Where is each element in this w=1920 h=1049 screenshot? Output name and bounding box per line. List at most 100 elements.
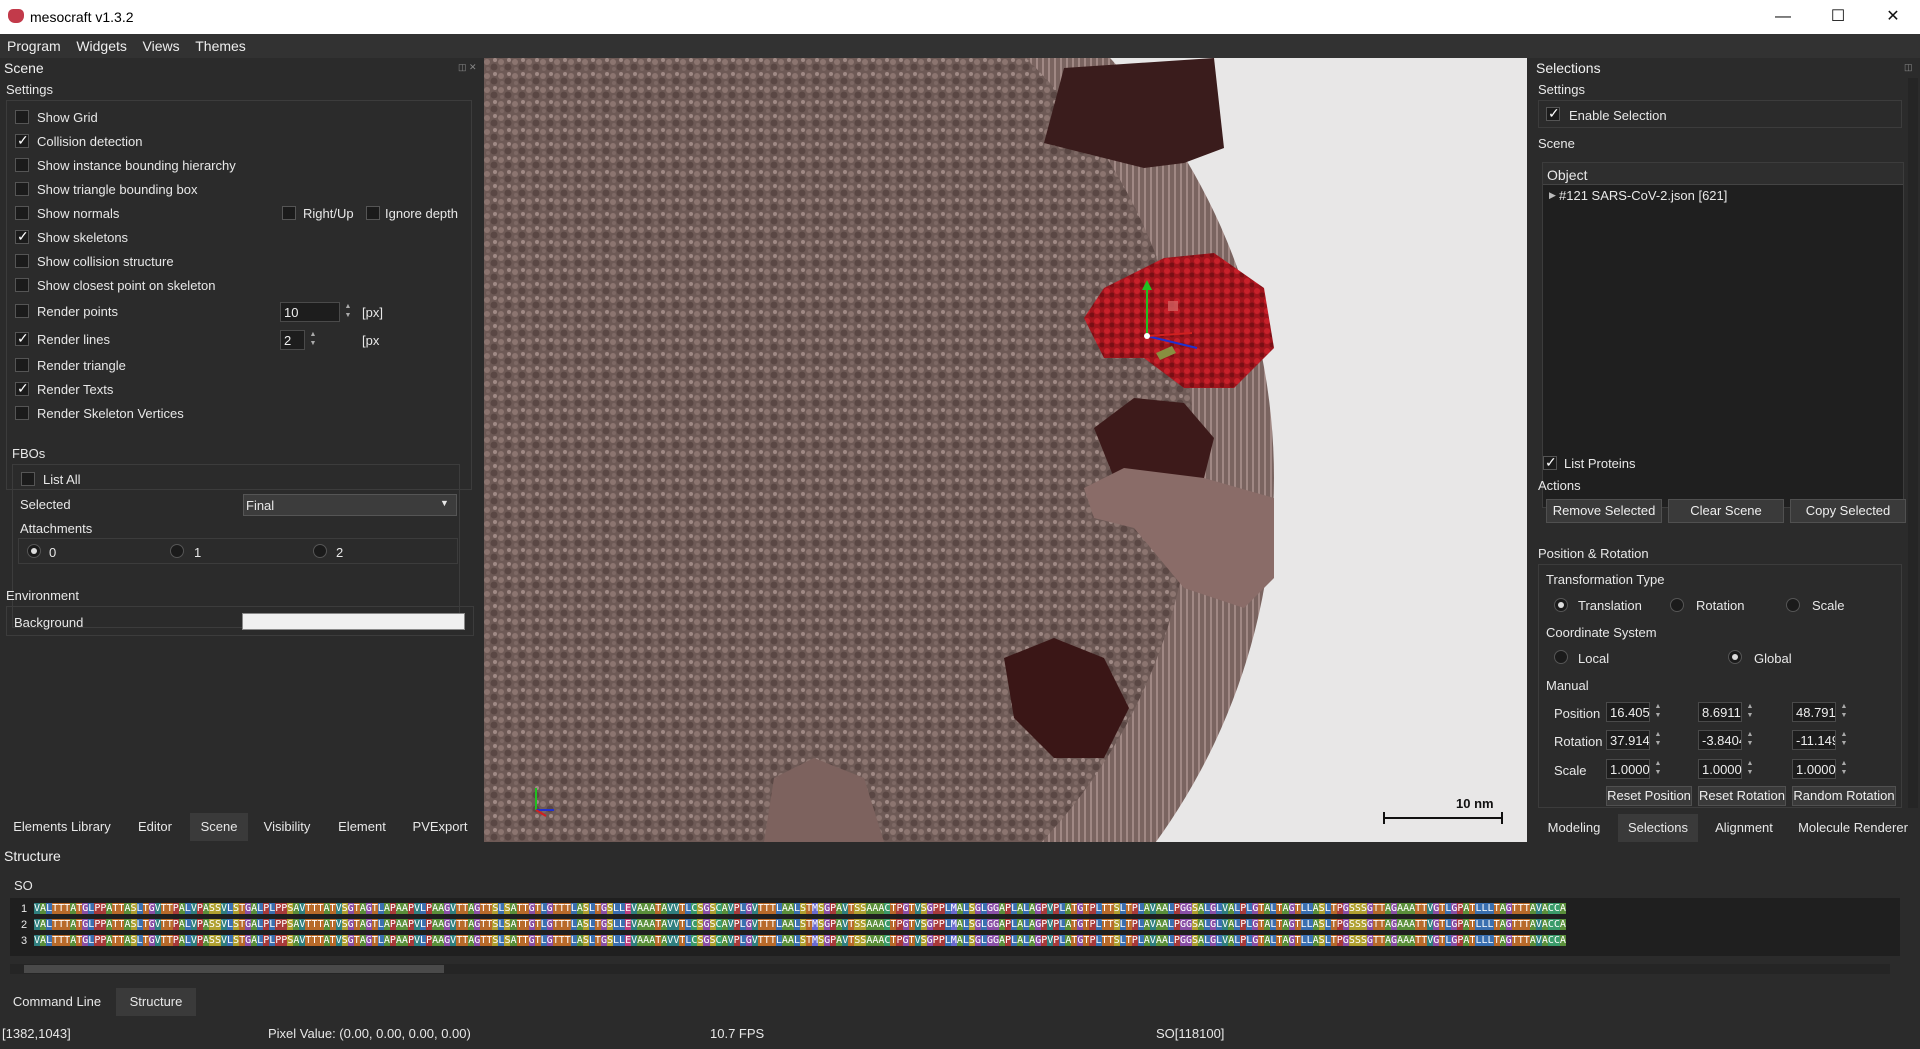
render-lines-unit: [px [362, 333, 380, 348]
tab-command-line[interactable]: Command Line [4, 988, 110, 1016]
tab-structure[interactable]: Structure [116, 988, 196, 1016]
collision-detection-checkbox[interactable] [15, 132, 29, 149]
scale-z-stepper[interactable]: ▲ ▼ [1838, 759, 1850, 779]
tab-pvexport[interactable]: PVExport [404, 813, 476, 841]
scale-radio[interactable] [1786, 598, 1800, 612]
scale-x-input[interactable]: 1.0000 [1606, 759, 1650, 779]
selections-scrollbar[interactable] [1908, 78, 1918, 808]
translation-radio[interactable] [1554, 598, 1568, 612]
global-radio[interactable] [1728, 650, 1742, 664]
global-label: Global [1754, 651, 1792, 666]
collision-structure-checkbox[interactable] [15, 254, 29, 268]
render-lines-stepper[interactable]: ▲ ▼ [307, 330, 319, 350]
3d-viewport[interactable]: 10 nm [484, 58, 1527, 842]
local-radio[interactable] [1554, 650, 1568, 664]
list-all-checkbox[interactable] [21, 472, 35, 486]
background-color-swatch[interactable] [242, 613, 465, 630]
rotation-x-stepper[interactable]: ▲ ▼ [1652, 730, 1664, 750]
menu-views[interactable]: Views [131, 34, 180, 54]
reset-rotation-button[interactable]: Reset Rotation [1698, 786, 1786, 806]
minimize-button[interactable]: — [1760, 0, 1806, 34]
attachment-2-radio[interactable] [313, 544, 327, 558]
fps-counter: 10.7 FPS [710, 1026, 765, 1041]
render-points-size-input[interactable]: 10 [280, 302, 340, 322]
show-normals-checkbox[interactable] [15, 206, 29, 220]
expand-arrow-icon[interactable]: ▶ [1549, 190, 1556, 201]
horizontal-scrollbar[interactable] [10, 964, 1890, 974]
position-y-input[interactable]: 8.6911 [1698, 702, 1742, 722]
position-x-stepper[interactable]: ▲ ▼ [1652, 702, 1664, 722]
rotation-y-input[interactable]: -3.8404 [1698, 730, 1742, 750]
position-y-stepper[interactable]: ▲ ▼ [1744, 702, 1756, 722]
tab-scene[interactable]: Scene [190, 813, 248, 841]
scale-y-stepper[interactable]: ▲ ▼ [1744, 759, 1756, 779]
copy-selected-button[interactable]: Copy Selected [1790, 499, 1906, 523]
tab-selections[interactable]: Selections [1618, 814, 1698, 842]
random-rotation-button[interactable]: Random Rotation [1792, 786, 1896, 806]
position-z-stepper[interactable]: ▲ ▼ [1838, 702, 1850, 722]
render-triangle-checkbox[interactable] [15, 358, 29, 372]
tab-molecule-renderer[interactable]: Molecule Renderer [1790, 814, 1916, 842]
show-skeletons-checkbox[interactable] [15, 228, 29, 245]
skeleton-vertices-checkbox[interactable] [15, 406, 29, 420]
render-points-label: Render points [37, 304, 118, 319]
tab-alignment[interactable]: Alignment [1704, 814, 1784, 842]
title-bar: mesocraft v1.3.2 — ☐ ✕ [0, 0, 1920, 34]
menu-themes[interactable]: Themes [183, 34, 246, 54]
clear-scene-button[interactable]: Clear Scene [1668, 499, 1784, 523]
render-lines-width-input[interactable]: 2 [280, 330, 305, 350]
position-x-input[interactable]: 16.405 [1606, 702, 1650, 722]
show-skeletons-label: Show skeletons [37, 230, 129, 245]
row-number-2: 2 [21, 919, 28, 931]
tab-elements-library[interactable]: Elements Library [4, 813, 120, 841]
local-label: Local [1578, 651, 1610, 666]
right-up-checkbox[interactable] [282, 206, 296, 220]
render-points-checkbox[interactable] [15, 304, 29, 318]
rotation-z-input[interactable]: -11.149 [1792, 730, 1836, 750]
selection-info: SO[118100] [1156, 1026, 1225, 1041]
tab-element[interactable]: Element [326, 813, 398, 841]
dock-close-icon[interactable]: ◫ [1904, 62, 1913, 73]
rotation-x-input[interactable]: 37.914 [1606, 730, 1650, 750]
fbo-selected-dropdown[interactable]: Final ▼ [243, 494, 457, 516]
render-lines-checkbox[interactable] [15, 330, 29, 347]
rotation-z-stepper[interactable]: ▲ ▼ [1838, 730, 1850, 750]
reset-position-button[interactable]: Reset Position [1606, 786, 1692, 806]
remove-selected-button[interactable]: Remove Selected [1546, 499, 1662, 523]
scale-y-input[interactable]: 1.0000 [1698, 759, 1742, 779]
attachment-0-radio[interactable] [27, 544, 41, 558]
render-points-stepper[interactable]: ▲ ▼ [342, 302, 354, 322]
menu-program[interactable]: Program [0, 34, 61, 54]
render-texts-checkbox[interactable] [15, 380, 29, 397]
attachment-1-radio[interactable] [170, 544, 184, 558]
status-bar: [1382,1043] Pixel Value: (0.00, 0.00, 0.… [0, 1020, 1920, 1049]
menu-widgets[interactable]: Widgets [64, 34, 127, 54]
maximize-button[interactable]: ☐ [1815, 0, 1861, 34]
bounding-hierarchy-checkbox[interactable] [15, 158, 29, 172]
tab-modeling[interactable]: Modeling [1536, 814, 1612, 842]
selections-panel-title: Selections [1536, 60, 1601, 76]
object-item[interactable]: #121 SARS-CoV-2.json [621] [1559, 188, 1727, 203]
right-tab-bar: Modeling Selections Alignment Molecule R… [1532, 814, 1920, 842]
ignore-depth-checkbox[interactable] [366, 206, 380, 220]
left-tab-bar: Elements Library Editor Scene Visibility… [0, 813, 482, 841]
close-button[interactable]: ✕ [1870, 0, 1916, 34]
render-lines-label: Render lines [37, 332, 110, 347]
rotation-radio[interactable] [1670, 598, 1684, 612]
position-z-input[interactable]: 48.791 [1792, 702, 1836, 722]
show-grid-checkbox[interactable] [15, 110, 29, 124]
scale-x-stepper[interactable]: ▲ ▼ [1652, 759, 1664, 779]
fbo-selected-label: Selected [20, 497, 71, 512]
closest-point-checkbox[interactable] [15, 278, 29, 292]
scrollbar-thumb[interactable] [24, 965, 444, 973]
window-title: mesocraft v1.3.2 [30, 9, 134, 25]
tab-visibility[interactable]: Visibility [254, 813, 320, 841]
enable-selection-checkbox[interactable] [1546, 105, 1560, 122]
tab-editor[interactable]: Editor [126, 813, 184, 841]
triangle-bbox-checkbox[interactable] [15, 182, 29, 196]
dock-float-icon[interactable]: ◫ ✕ [458, 62, 477, 73]
list-proteins-checkbox[interactable] [1543, 454, 1557, 471]
rotation-y-stepper[interactable]: ▲ ▼ [1744, 730, 1756, 750]
scale-z-input[interactable]: 1.0000 [1792, 759, 1836, 779]
scale-bar-label: 10 nm [1456, 796, 1494, 811]
